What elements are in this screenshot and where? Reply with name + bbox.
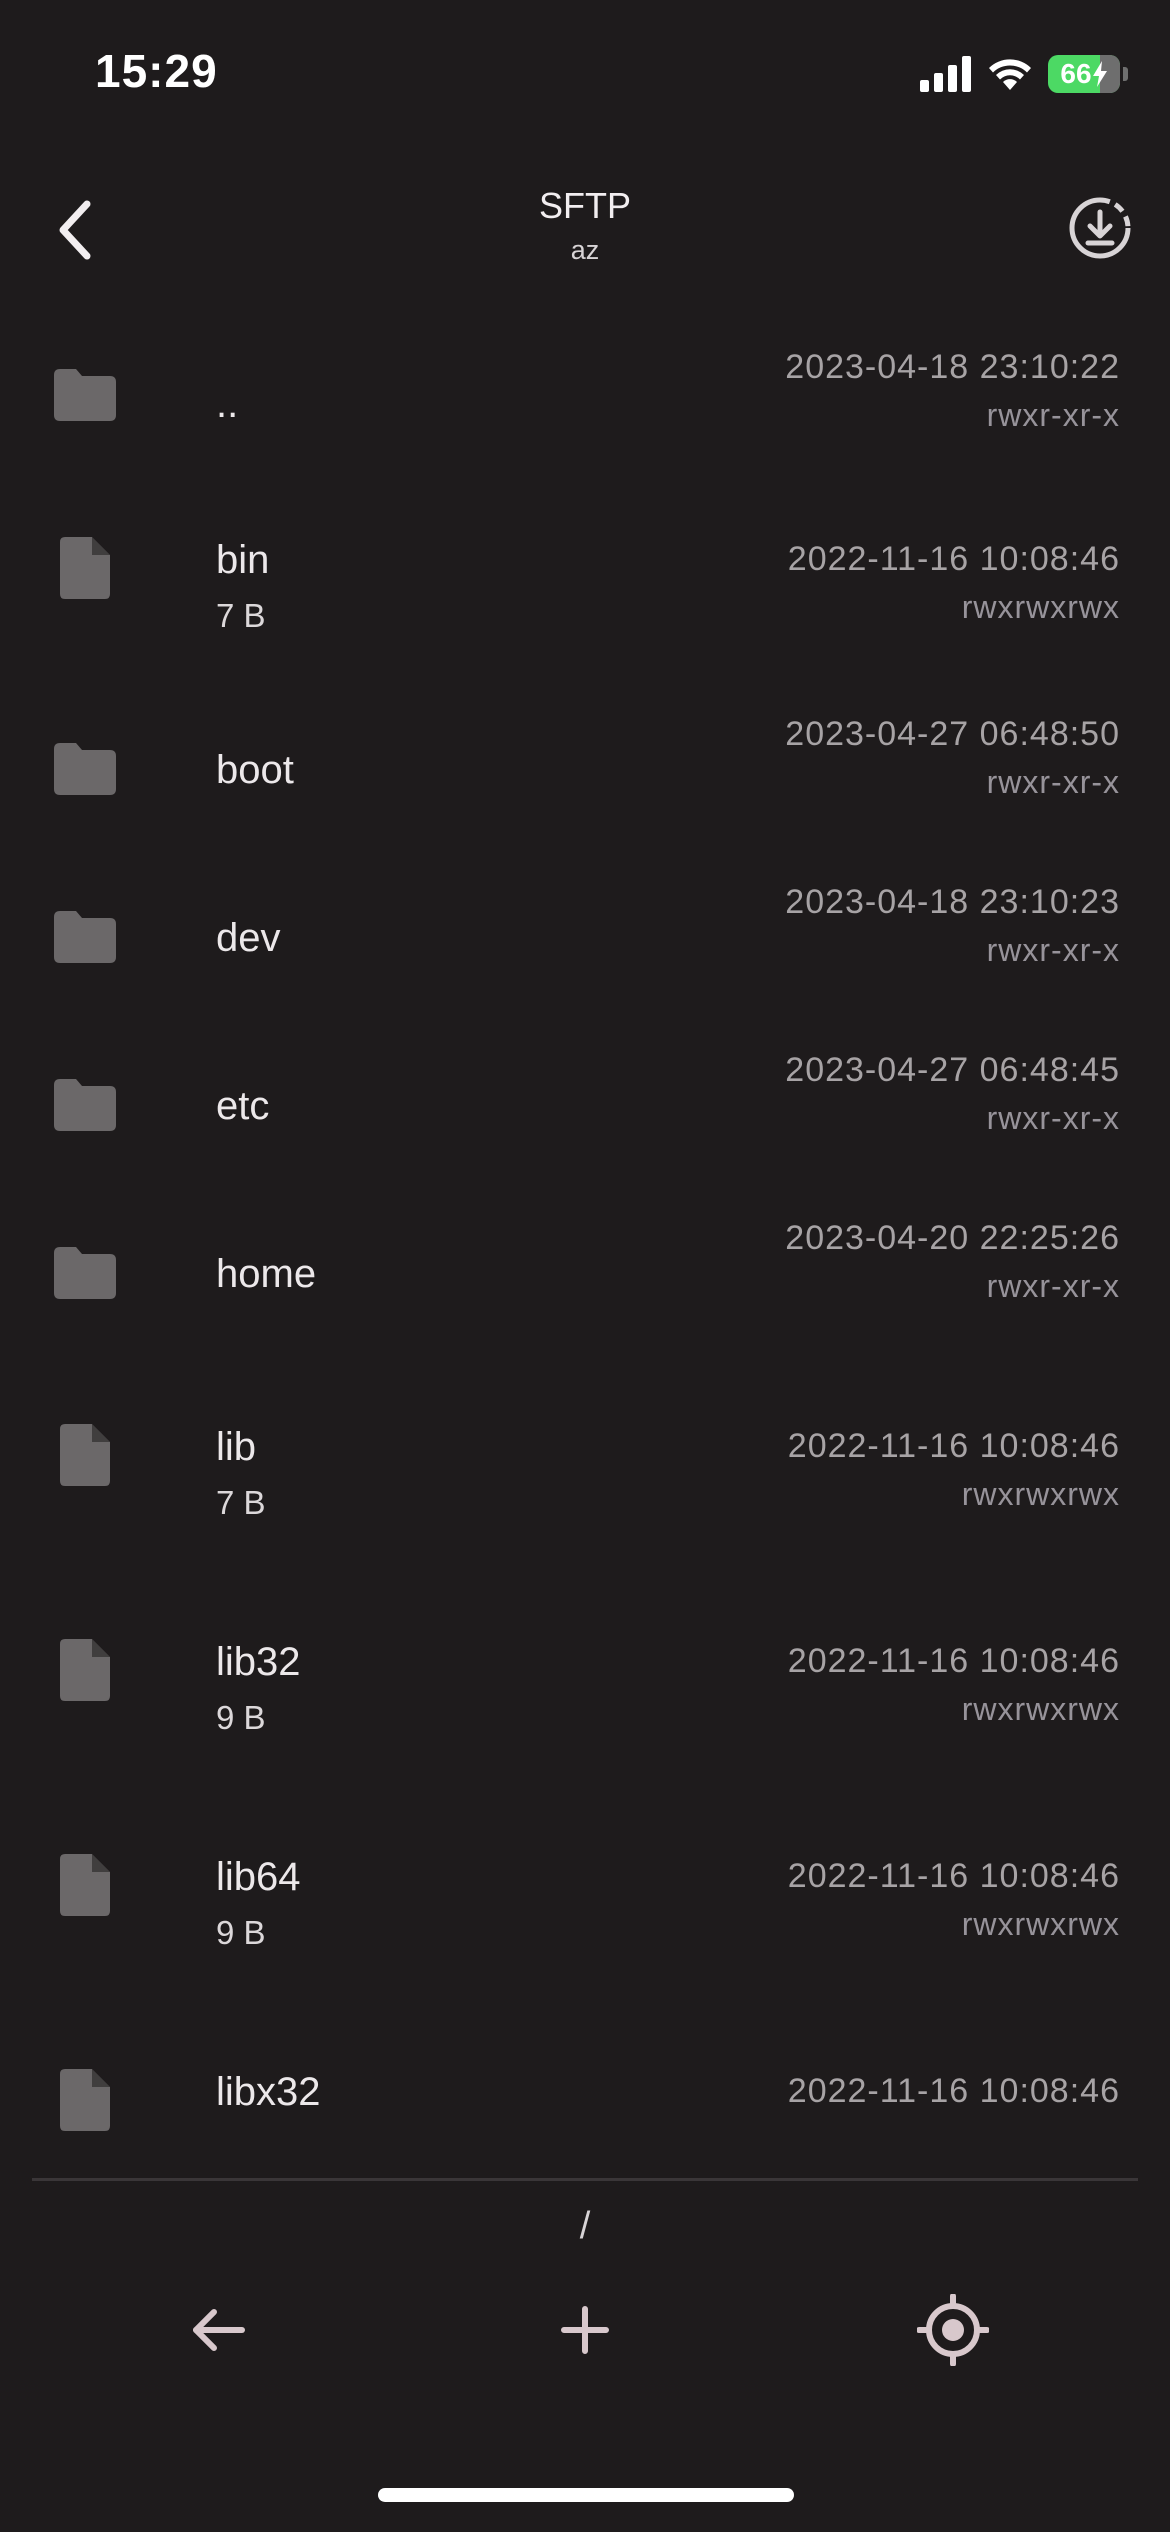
wifi-icon (989, 59, 1031, 90)
file-permissions: rwxr-xr-x (986, 1268, 1120, 1304)
file-permissions: rwxrwxrwx (961, 1476, 1120, 1512)
file-name: home (216, 1252, 317, 1296)
file-date: 2023-04-27 06:48:50 (785, 715, 1120, 753)
file-name: .. (216, 382, 239, 426)
folder-icon (50, 1238, 120, 1308)
file-row-parent[interactable]: .. 2023-04-18 23:10:22 rwxr-xr-x (0, 330, 1170, 490)
file-row-bin[interactable]: bin 7 B 2022-11-16 10:08:46 rwxrwxrwx (0, 505, 1170, 695)
file-name: etc (216, 1084, 270, 1128)
file-icon (50, 1635, 120, 1705)
crosshair-icon (917, 2294, 989, 2366)
home-indicator[interactable] (378, 2488, 794, 2502)
add-button[interactable] (535, 2280, 635, 2380)
file-date: 2022-11-16 10:08:46 (787, 540, 1120, 578)
nav-bar: SFTP az (0, 165, 1170, 295)
cellular-signal-icon (920, 56, 971, 92)
file-icon (50, 1420, 120, 1490)
folder-icon (50, 902, 120, 972)
status-bar: 15:29 66 (0, 0, 1170, 150)
file-permissions: rwxr-xr-x (986, 1100, 1120, 1136)
arrow-left-icon (193, 2309, 245, 2351)
file-date: 2022-11-16 10:08:46 (787, 2072, 1120, 2110)
file-date: 2022-11-16 10:08:46 (787, 1857, 1120, 1895)
file-date: 2022-11-16 10:08:46 (787, 1427, 1120, 1465)
plus-icon (561, 2306, 609, 2354)
file-date: 2023-04-27 06:48:45 (785, 1051, 1120, 1089)
file-row-home[interactable]: home 2023-04-20 22:25:26 rwxr-xr-x (0, 1214, 1170, 1374)
file-list[interactable]: .. 2023-04-18 23:10:22 rwxr-xr-x bin 7 B… (0, 330, 1170, 2175)
file-size: 9 B (216, 1914, 266, 1951)
file-date: 2023-04-18 23:10:22 (785, 348, 1120, 386)
file-size: 7 B (216, 597, 266, 634)
file-date: 2023-04-20 22:25:26 (785, 1219, 1120, 1257)
current-path: / (579, 2205, 591, 2247)
locate-button[interactable] (903, 2280, 1003, 2380)
file-row-etc[interactable]: etc 2023-04-27 06:48:45 rwxr-xr-x (0, 1046, 1170, 1206)
status-icons: 66 (920, 52, 1128, 96)
file-icon (50, 2065, 120, 2135)
file-row-dev[interactable]: dev 2023-04-18 23:10:23 rwxr-xr-x (0, 878, 1170, 1038)
file-row-libx32[interactable]: libx32 2022-11-16 10:08:46 (0, 2037, 1170, 2175)
file-row-lib32[interactable]: lib32 9 B 2022-11-16 10:08:46 rwxrwxrwx (0, 1607, 1170, 1797)
battery-level: 66 (1060, 58, 1092, 89)
file-name: bin (216, 538, 270, 582)
download-circle-icon (1069, 197, 1131, 259)
page-title: SFTP (538, 185, 631, 226)
battery-indicator: 66 (1048, 55, 1128, 93)
file-permissions: rwxrwxrwx (961, 589, 1120, 625)
page-subtitle: az (570, 235, 600, 265)
folder-icon (50, 1070, 120, 1140)
divider (32, 2178, 1138, 2181)
status-time: 15:29 (95, 45, 218, 97)
file-icon (50, 533, 120, 603)
folder-icon (50, 360, 120, 430)
file-name: lib64 (216, 1855, 301, 1899)
file-name: dev (216, 916, 281, 960)
file-permissions: rwxr-xr-x (986, 397, 1120, 433)
file-size: 9 B (216, 1699, 266, 1736)
file-name: lib (216, 1425, 257, 1469)
file-row-lib[interactable]: lib 7 B 2022-11-16 10:08:46 rwxrwxrwx (0, 1392, 1170, 1582)
file-name: libx32 (216, 2070, 321, 2114)
file-permissions: rwxr-xr-x (986, 764, 1120, 800)
charging-bolt-icon (1092, 61, 1107, 87)
download-button[interactable] (1065, 193, 1135, 263)
bottom-toolbar (0, 2280, 1170, 2390)
file-date: 2023-04-18 23:10:23 (785, 883, 1120, 921)
file-permissions: rwxr-xr-x (986, 932, 1120, 968)
file-name: boot (216, 748, 294, 792)
file-permissions: rwxrwxrwx (961, 1906, 1120, 1942)
file-row-lib64[interactable]: lib64 9 B 2022-11-16 10:08:46 rwxrwxrwx (0, 1822, 1170, 2012)
folder-icon (50, 734, 120, 804)
file-date: 2022-11-16 10:08:46 (787, 1642, 1120, 1680)
nav-title-group: SFTP az (385, 185, 785, 266)
file-name: lib32 (216, 1640, 301, 1684)
chevron-left-icon (59, 200, 91, 260)
file-size: 7 B (216, 1484, 266, 1521)
file-permissions: rwxrwxrwx (961, 1691, 1120, 1727)
file-icon (50, 1850, 120, 1920)
back-button[interactable] (40, 185, 110, 275)
navigate-back-button[interactable] (168, 2280, 268, 2380)
file-row-boot[interactable]: boot 2023-04-27 06:48:50 rwxr-xr-x (0, 710, 1170, 870)
